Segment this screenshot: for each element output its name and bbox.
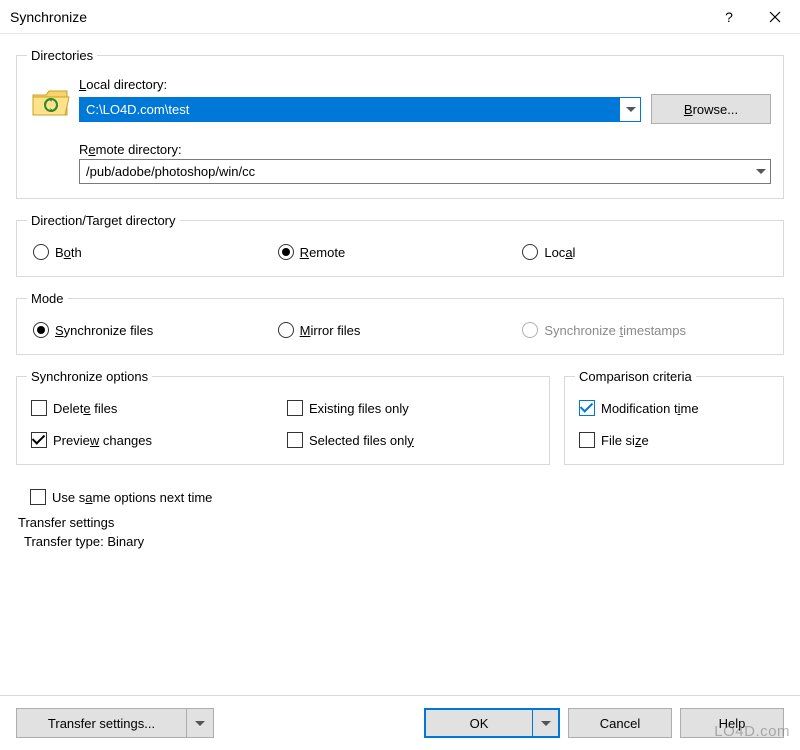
check-existing-label: Existing files only: [309, 401, 409, 416]
check-file-size[interactable]: File size: [579, 432, 769, 448]
checkbox-icon: [31, 400, 47, 416]
radio-sync-label: Synchronize files: [55, 323, 153, 338]
checkbox-icon: [31, 432, 47, 448]
check-delete-files[interactable]: Delete files: [31, 400, 279, 416]
checkbox-icon: [30, 489, 46, 505]
check-preview-changes[interactable]: Preview changes: [31, 432, 279, 448]
browse-button[interactable]: Browse...: [651, 94, 771, 124]
ok-main[interactable]: OK: [424, 708, 532, 738]
check-same-options[interactable]: Use same options next time: [30, 489, 784, 505]
check-size-label: File size: [601, 433, 649, 448]
radio-remote[interactable]: Remote: [278, 244, 523, 260]
check-existing-only[interactable]: Existing files only: [287, 400, 535, 416]
window-title: Synchronize: [10, 9, 706, 25]
radio-sync-timestamps: Synchronize timestamps: [522, 322, 767, 338]
radio-icon: [522, 244, 538, 260]
group-sync-options-legend: Synchronize options: [27, 369, 152, 384]
titlebar: Synchronize ?: [0, 0, 800, 34]
checkbox-icon: [579, 400, 595, 416]
local-directory-combo[interactable]: [79, 97, 641, 122]
group-mode-legend: Mode: [27, 291, 68, 306]
folder-sync-icon: [31, 87, 71, 121]
chevron-down-icon[interactable]: [186, 708, 214, 738]
checkbox-icon: [287, 432, 303, 448]
help-button[interactable]: Help: [680, 708, 784, 738]
group-direction: Direction/Target directory Both Remote L…: [16, 213, 784, 277]
local-directory-input[interactable]: [80, 98, 620, 121]
group-directories: Directories Local directory:: [16, 48, 784, 199]
remote-directory-label: Remote directory:: [79, 142, 771, 157]
check-selected-label: Selected files only: [309, 433, 414, 448]
ok-button[interactable]: OK: [424, 708, 560, 738]
button-bar: Transfer settings... OK Cancel Help: [0, 695, 800, 750]
radio-both[interactable]: Both: [33, 244, 278, 260]
check-delete-label: Delete files: [53, 401, 117, 416]
check-modification-time[interactable]: Modification time: [579, 400, 769, 416]
radio-icon: [522, 322, 538, 338]
dialog-content: Directories Local directory:: [0, 34, 800, 561]
radio-icon: [278, 322, 294, 338]
check-same-options-label: Use same options next time: [52, 490, 212, 505]
check-selected-only[interactable]: Selected files only: [287, 432, 535, 448]
group-direction-legend: Direction/Target directory: [27, 213, 180, 228]
transfer-heading: Transfer settings: [18, 515, 784, 530]
group-comparison-criteria: Comparison criteria Modification time Fi…: [564, 369, 784, 465]
radio-timestamps-label: Synchronize timestamps: [544, 323, 686, 338]
chevron-down-icon[interactable]: [532, 708, 560, 738]
group-sync-options: Synchronize options Delete files Existin…: [16, 369, 550, 465]
group-mode: Mode Synchronize files Mirror files Sync…: [16, 291, 784, 355]
radio-both-label: Both: [55, 245, 82, 260]
radio-sync-files[interactable]: Synchronize files: [33, 322, 278, 338]
remote-directory-input[interactable]: [80, 160, 750, 183]
radio-icon: [278, 244, 294, 260]
remote-directory-combo[interactable]: [79, 159, 771, 184]
local-directory-label: Local directory:: [79, 77, 771, 92]
radio-local-label: Local: [544, 245, 575, 260]
group-directories-legend: Directories: [27, 48, 97, 63]
radio-local[interactable]: Local: [522, 244, 767, 260]
chevron-down-icon[interactable]: [620, 98, 640, 121]
check-preview-label: Preview changes: [53, 433, 152, 448]
transfer-type-line: Transfer type: Binary: [24, 534, 784, 549]
transfer-settings-button[interactable]: Transfer settings...: [16, 708, 214, 738]
checkbox-icon: [579, 432, 595, 448]
transfer-settings-main[interactable]: Transfer settings...: [16, 708, 186, 738]
radio-icon: [33, 322, 49, 338]
group-criteria-legend: Comparison criteria: [575, 369, 696, 384]
radio-icon: [33, 244, 49, 260]
radio-mirror-files[interactable]: Mirror files: [278, 322, 523, 338]
checkbox-icon: [287, 400, 303, 416]
help-icon[interactable]: ?: [706, 1, 752, 33]
check-mtime-label: Modification time: [601, 401, 699, 416]
radio-mirror-label: Mirror files: [300, 323, 361, 338]
radio-remote-label: Remote: [300, 245, 346, 260]
cancel-button[interactable]: Cancel: [568, 708, 672, 738]
chevron-down-icon[interactable]: [750, 160, 770, 183]
close-icon[interactable]: [752, 1, 798, 33]
